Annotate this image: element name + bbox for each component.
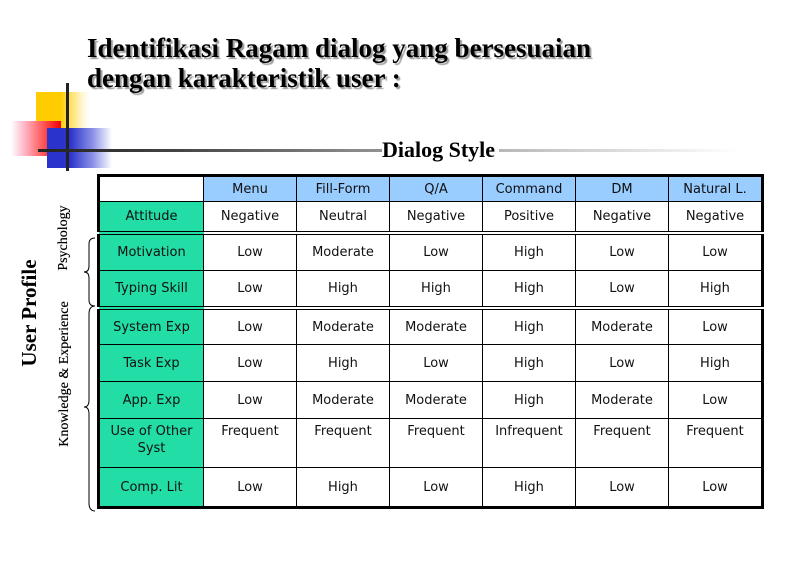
knowledge-experience-brace-icon: [83, 305, 96, 512]
table-cell: Low: [389, 344, 483, 382]
decorative-vertical-line: [66, 83, 69, 171]
table-cell: Low: [389, 232, 483, 271]
decorative-blue-rectangle: [47, 128, 112, 168]
table-cell: Low: [668, 307, 763, 345]
table-row-motivation: Motivation Low Moderate Low High Low Low: [98, 232, 763, 271]
table-cell: Moderate: [296, 307, 390, 345]
table-cell: Low: [203, 344, 297, 382]
table-cell: Negative: [389, 201, 483, 235]
column-header-natural-language: Natural L.: [668, 175, 763, 202]
table-cell: Low: [668, 467, 763, 508]
column-header-menu: Menu: [203, 175, 297, 202]
table-cell: Infrequent: [482, 418, 576, 468]
table-row-typing-skill: Typing Skill Low High High High Low High: [98, 270, 763, 310]
table-cell: Negative: [575, 201, 669, 235]
table-row-use-of-other-syst: Use of Other Syst Frequent Frequent Freq…: [98, 418, 763, 468]
table-cell: Frequent: [296, 418, 390, 468]
table-cell: High: [389, 270, 483, 310]
table-row-task-exp: Task Exp Low High Low High Low High: [98, 344, 763, 382]
table-cell: High: [296, 270, 390, 310]
column-header-command: Command: [482, 175, 576, 202]
table-cell: Moderate: [389, 381, 483, 419]
table-cell: Moderate: [575, 381, 669, 419]
table-cell: Moderate: [296, 232, 390, 271]
row-header: Use of Other Syst: [98, 418, 204, 468]
table-cell: High: [482, 344, 576, 382]
table-cell: Negative: [203, 201, 297, 235]
table-cell: Moderate: [389, 307, 483, 345]
table-cell: High: [482, 467, 576, 508]
table-cell: Frequent: [389, 418, 483, 468]
row-header: Motivation: [98, 232, 204, 271]
dialog-style-heading: Dialog Style: [382, 137, 500, 163]
table-cell: Low: [668, 381, 763, 419]
table-cell: Moderate: [296, 381, 390, 419]
table-cell: Low: [575, 344, 669, 382]
table-cell: Low: [203, 381, 297, 419]
row-header: System Exp: [98, 307, 204, 345]
column-header-qa: Q/A: [389, 175, 483, 202]
table-cell: Low: [575, 467, 669, 508]
table-cell: Positive: [482, 201, 576, 235]
table-cell: Low: [203, 232, 297, 271]
user-profile-label: User Profile: [17, 259, 41, 367]
table-cell: High: [482, 381, 576, 419]
table-cell: High: [296, 467, 390, 508]
table-cell: High: [668, 344, 763, 382]
table-cell: Low: [203, 270, 297, 310]
table-cell: Frequent: [575, 418, 669, 468]
table-cell: Low: [389, 467, 483, 508]
row-header: Attitude: [98, 201, 204, 235]
table-cell: High: [482, 307, 576, 345]
table-cell: Moderate: [575, 307, 669, 345]
table-cell: High: [668, 270, 763, 310]
table-cell: Low: [668, 232, 763, 271]
table-row-system-exp: System Exp Low Moderate Moderate High Mo…: [98, 307, 763, 345]
table-cell: Low: [575, 270, 669, 310]
table-row-comp-lit: Comp. Lit Low High Low High Low Low: [98, 467, 763, 508]
slide-title: Identifikasi Ragam dialog yang bersesuai…: [87, 33, 591, 93]
table-cell: Low: [575, 232, 669, 271]
row-header: App. Exp: [98, 381, 204, 419]
table-header-row: Menu Fill-Form Q/A Command DM Natural L.: [98, 175, 763, 202]
table-cell: Low: [203, 307, 297, 345]
table-cell: Frequent: [203, 418, 297, 468]
row-header: Comp. Lit: [98, 467, 204, 508]
psychology-group-label: Psychology: [56, 205, 71, 271]
column-header-dm: DM: [575, 175, 669, 202]
table-cell: Low: [203, 467, 297, 508]
table-corner-cell: [98, 175, 204, 202]
row-header: Typing Skill: [98, 270, 204, 310]
slide-title-line-1: Identifikasi Ragam dialog yang bersesuai…: [87, 33, 592, 63]
dialog-style-table: Menu Fill-Form Q/A Command DM Natural L.…: [97, 174, 764, 509]
row-header: Task Exp: [98, 344, 204, 382]
table-row-app-exp: App. Exp Low Moderate Moderate High Mode…: [98, 381, 763, 419]
knowledge-experience-group-label: Knowledge & Experience: [57, 301, 72, 447]
psychology-brace-icon: [83, 237, 96, 307]
slide-title-line-2: dengan karakteristik user :: [87, 63, 401, 93]
column-header-fill-form: Fill-Form: [296, 175, 390, 202]
table-cell: Negative: [668, 201, 763, 235]
table-row-attitude: Attitude Negative Neutral Negative Posit…: [98, 201, 763, 235]
table-cell: High: [296, 344, 390, 382]
table-cell: High: [482, 232, 576, 271]
table-cell: Neutral: [296, 201, 390, 235]
table-cell: Frequent: [668, 418, 763, 468]
table-cell: High: [482, 270, 576, 310]
